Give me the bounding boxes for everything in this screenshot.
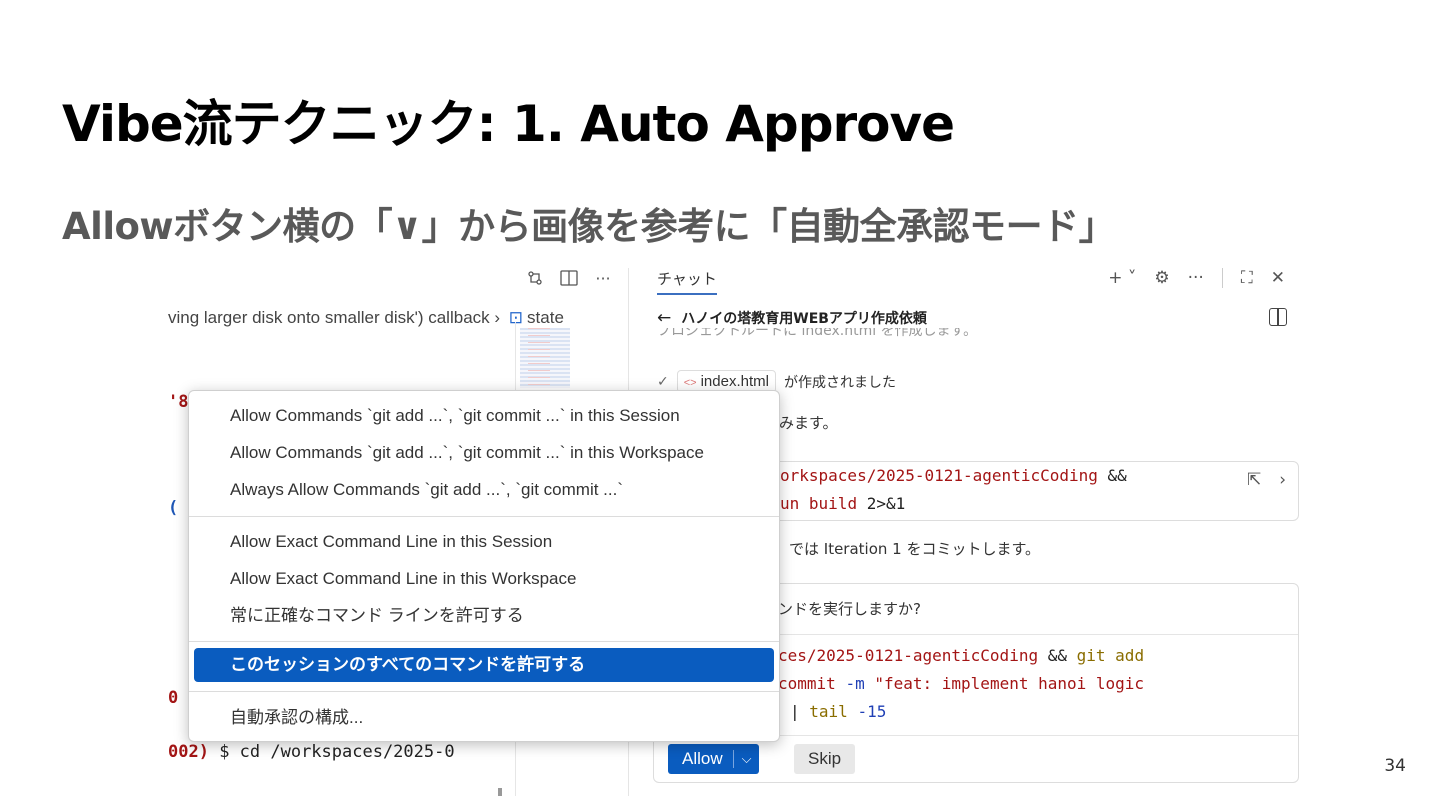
menu-item-allow-workspace[interactable]: Allow Commands `git add ...`, `git commi… [194,436,774,470]
chat-header: ← ハノイの塔教育用WEBアプリ作成依頼 [657,308,927,328]
menu-item-configure-auto-approve[interactable]: 自動承認の構成... [194,701,774,735]
menu-item-always-exact[interactable]: 常に正確なコマンド ラインを許可する [194,599,774,633]
new-chat-icon[interactable]: + ˅ [1108,268,1136,288]
scrollbar[interactable] [498,788,502,796]
menu-item-exact-workspace[interactable]: Allow Exact Command Line in this Workspa… [194,562,774,596]
menu-separator [189,516,779,517]
menu-separator [189,691,779,692]
terminal-prompt-number: 002) [168,742,209,762]
allow-button-label[interactable]: Allow [668,750,734,768]
menu-item-allow-session[interactable]: Allow Commands `git add ...`, `git commi… [194,399,774,433]
more-icon[interactable]: ··· [594,269,612,288]
breadcrumb[interactable]: ving larger disk onto smaller disk') cal… [168,308,564,328]
menu-item-allow-all-session[interactable]: このセッションのすべてのコマンドを許可する [194,648,774,682]
faded-message: プロジェクトルートに index.html を作成します。 [657,328,978,339]
editor-toolbar: ··· [526,268,612,288]
code-fragment: ( [168,498,179,518]
page-number: 34 [1384,756,1406,776]
allow-options-menu: Allow Commands `git add ...`, `git commi… [188,390,780,742]
slide-subtitle: Allowボタン横の「∨」から画像を参考に「自動全承認モード」 [62,205,1116,248]
terminal-line[interactable]: 002) $ cd /workspaces/2025-0 [168,742,455,762]
menu-separator [189,641,779,642]
menu-item-always-allow[interactable]: Always Allow Commands `git add ...`, `gi… [194,473,774,507]
tab-chat[interactable]: チャット [657,268,717,295]
split-editor-icon[interactable] [560,269,578,287]
skip-button[interactable]: Skip [794,744,856,774]
allow-button[interactable]: Allow ⌵ [668,744,760,774]
chevron-right-icon[interactable]: › [1279,470,1286,490]
breadcrumb-text[interactable]: ving larger disk onto smaller disk') cal… [168,308,490,327]
back-arrow-icon[interactable]: ← [657,308,671,328]
code-block-actions: ⇱ › [1247,470,1286,490]
divider [1221,268,1223,288]
html-file-icon: <> [683,377,697,389]
chat-title: ハノイの塔教育用WEBアプリ作成依頼 [681,311,927,327]
chat-message: では Iteration 1 をコミットします。 [789,540,1040,558]
menu-item-exact-session[interactable]: Allow Exact Command Line in this Session [194,525,774,559]
code-fragment: '8 [168,392,189,412]
slide-title: Vibe流テクニック: 1. Auto Approve [62,95,955,153]
check-icon: ✓ [657,373,669,390]
chevron-down-icon[interactable]: ⌵ [734,751,760,767]
terminal-command: $ cd /workspaces/2025-0 [208,742,455,762]
chevron-right-icon: › [494,308,501,327]
settings-gear-icon[interactable]: ⚙ [1154,268,1169,288]
screenshot: ··· ving larger disk onto smaller disk')… [168,268,1300,796]
close-icon[interactable]: ✕ [1271,268,1285,288]
file-created-text: が作成されました [783,374,896,391]
toggle-panel-icon[interactable] [1269,308,1287,326]
compare-changes-icon[interactable] [526,269,544,287]
minimap[interactable] [520,328,570,388]
maximize-icon[interactable]: ⛶ [1241,268,1253,288]
chat-actions: + ˅ ⚙ ··· ⛶ ✕ [1108,268,1285,288]
open-in-terminal-icon[interactable]: ⇱ [1247,470,1261,490]
code-fragment: 0 [168,688,179,708]
chat-message: みます。 [779,414,838,432]
confirmation-actions: Allow ⌵ Skip [654,735,1298,782]
more-icon[interactable]: ··· [1188,268,1204,288]
breadcrumb-symbol[interactable]: state [527,308,564,327]
